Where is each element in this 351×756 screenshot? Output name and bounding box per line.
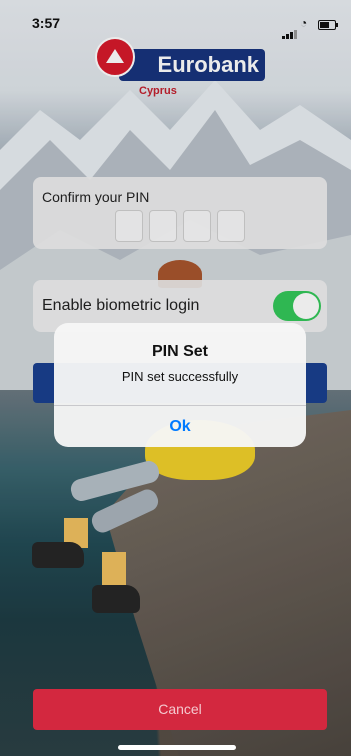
ok-button[interactable]: Ok — [54, 406, 306, 447]
cancel-button[interactable]: Cancel — [33, 689, 327, 730]
alert-message: PIN set successfully — [121, 369, 239, 384]
alert-dialog: PIN Set PIN set successfully Ok — [54, 323, 306, 447]
home-indicator[interactable] — [118, 745, 236, 750]
alert-title: PIN Set — [151, 343, 208, 360]
